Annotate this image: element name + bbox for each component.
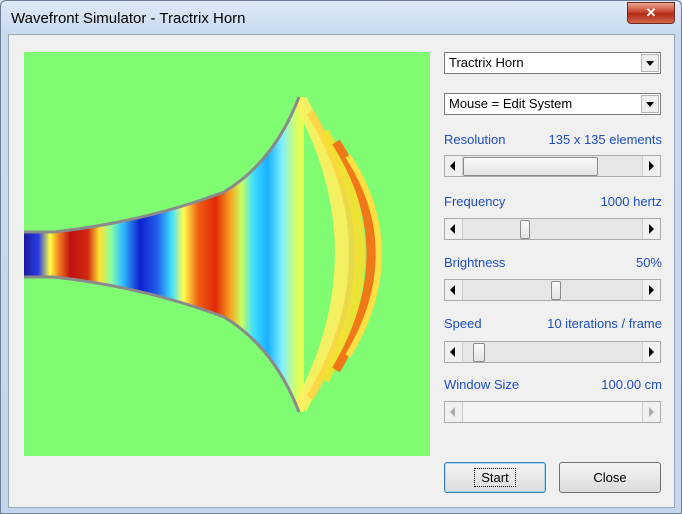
slider-thumb[interactable] [473, 343, 485, 362]
scroll-right-icon[interactable] [642, 280, 660, 300]
speed-slider[interactable] [444, 341, 661, 363]
system-select-value: Tractrix Horn [449, 55, 524, 70]
dialog-client: Tractrix Horn Mouse = Edit System Resolu… [8, 34, 675, 508]
mouse-mode-value: Mouse = Edit System [449, 96, 573, 111]
brightness-value: 50% [635, 255, 662, 270]
speed-value: 10 iterations / frame [547, 316, 662, 331]
wavefront-canvas [24, 96, 382, 413]
brightness-label: Brightness [444, 255, 506, 270]
close-button[interactable]: Close [559, 462, 661, 493]
scroll-right-icon[interactable] [642, 219, 660, 239]
resolution-slider[interactable] [444, 155, 661, 177]
slider-thumb[interactable] [551, 281, 561, 300]
window-size-value: 100.00 cm [601, 377, 662, 392]
scroll-left-icon[interactable] [445, 219, 463, 239]
scroll-left-icon[interactable] [445, 280, 463, 300]
window-size-slider[interactable] [444, 401, 661, 423]
slider-track[interactable] [463, 280, 642, 300]
window-size-label: Window Size [444, 377, 520, 392]
scroll-left-icon[interactable] [445, 156, 463, 176]
frequency-slider[interactable] [444, 218, 661, 240]
brightness-slider[interactable] [444, 279, 661, 301]
simulation-view[interactable] [24, 52, 430, 456]
start-button[interactable]: Start [444, 462, 546, 493]
slider-track[interactable] [463, 342, 642, 362]
chevron-down-icon[interactable] [641, 95, 659, 113]
app-window: Wavefront Simulator - Tractrix Horn ✕ Tr… [0, 0, 682, 514]
slider-thumb[interactable] [463, 157, 598, 176]
system-select[interactable]: Tractrix Horn [444, 52, 661, 74]
frequency-value: 1000 hertz [600, 194, 662, 209]
scroll-left-icon[interactable] [445, 342, 463, 362]
slider-thumb[interactable] [520, 220, 530, 239]
frequency-label: Frequency [444, 194, 506, 209]
slider-track [463, 402, 642, 422]
scroll-right-icon[interactable] [642, 342, 660, 362]
close-window-button[interactable]: ✕ [627, 2, 675, 24]
resolution-label: Resolution [444, 132, 506, 147]
mouse-mode-select[interactable]: Mouse = Edit System [444, 93, 661, 115]
scroll-left-icon [445, 402, 463, 422]
slider-track[interactable] [463, 219, 642, 239]
scroll-right-icon [642, 402, 660, 422]
scroll-right-icon[interactable] [642, 156, 660, 176]
resolution-value: 135 x 135 elements [548, 132, 662, 147]
speed-label: Speed [444, 316, 482, 331]
title-bar[interactable]: Wavefront Simulator - Tractrix Horn ✕ [1, 1, 681, 35]
slider-track[interactable] [463, 156, 642, 176]
window-title: Wavefront Simulator - Tractrix Horn [11, 10, 246, 27]
start-button-label: Start [474, 468, 516, 487]
chevron-down-icon[interactable] [641, 54, 659, 72]
